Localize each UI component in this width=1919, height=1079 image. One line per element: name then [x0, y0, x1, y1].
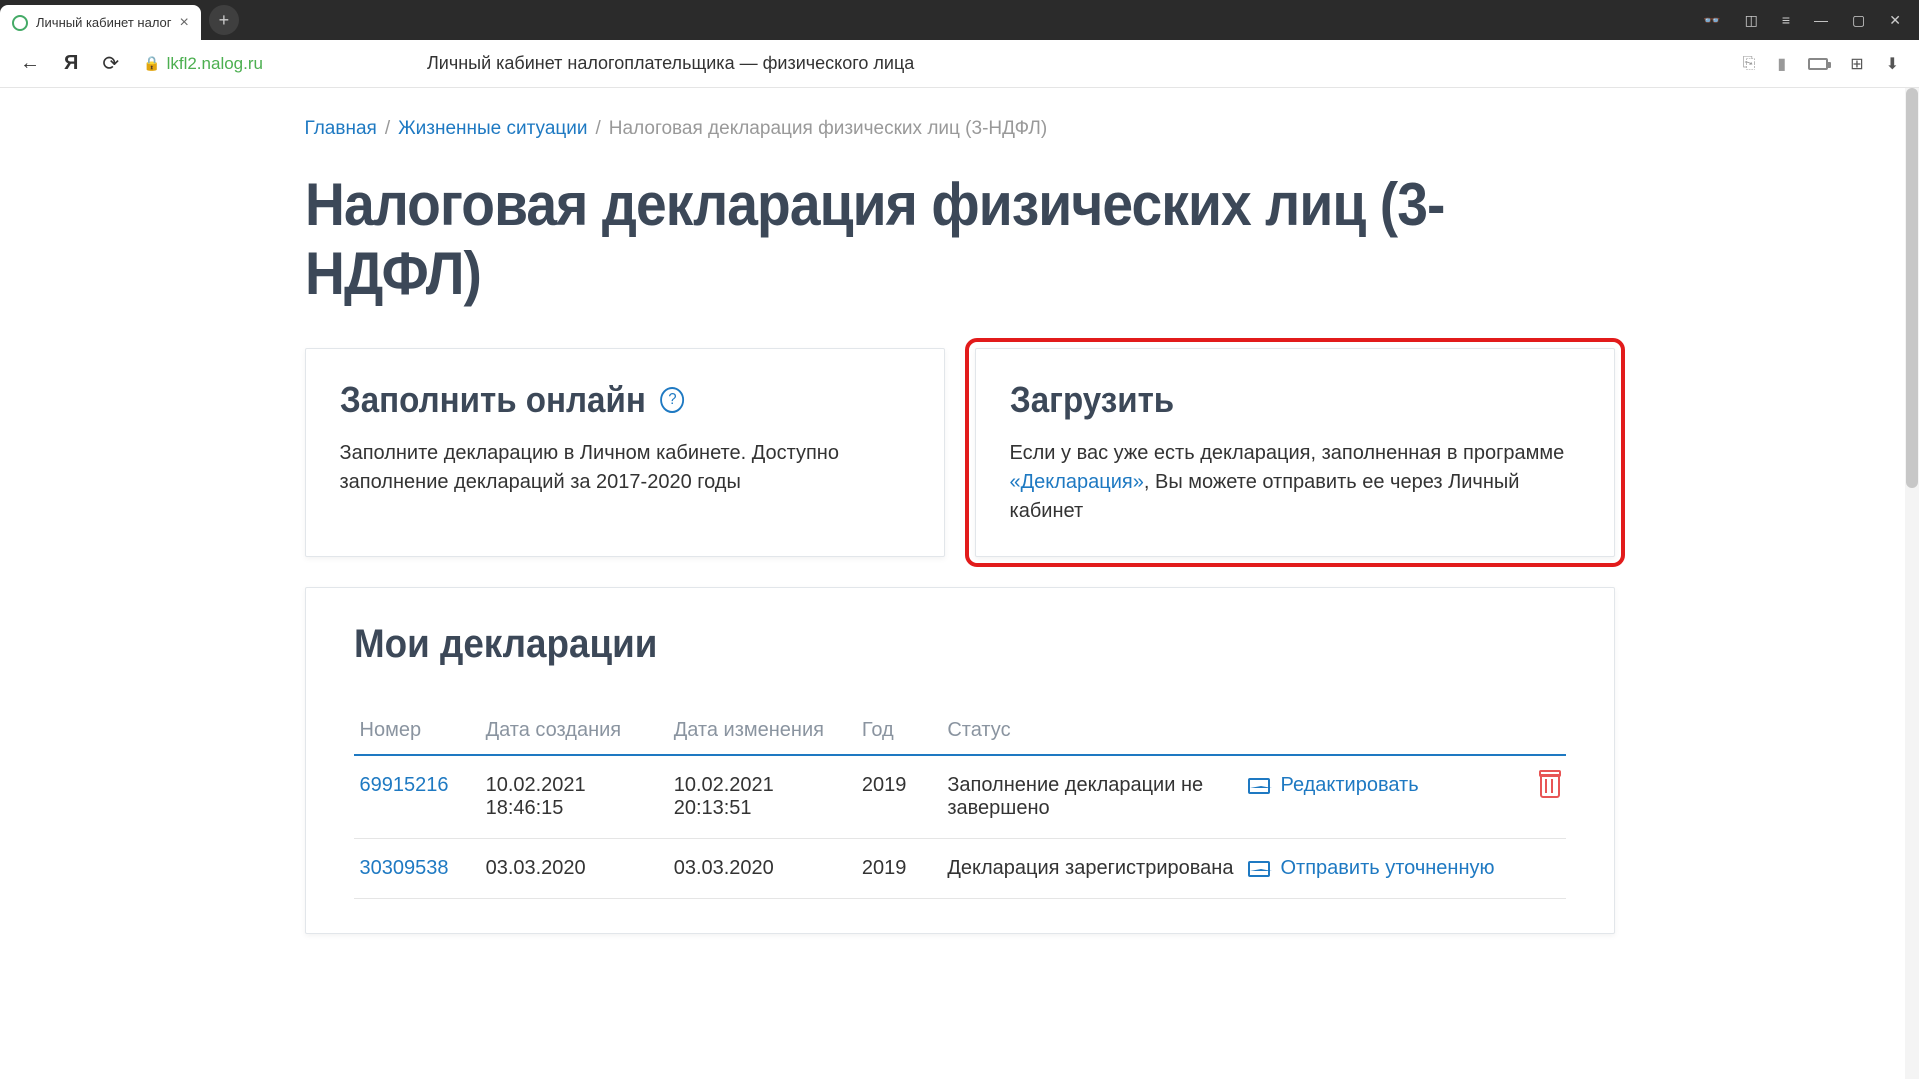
- yandex-icon[interactable]: Я: [64, 52, 78, 75]
- scrollbar-thumb[interactable]: [1906, 88, 1918, 488]
- card-fill-title-text: Заполнить онлайн: [340, 379, 646, 421]
- mail-icon: [1248, 861, 1270, 877]
- tab-strip: Личный кабинет налог × +: [0, 0, 239, 40]
- cell-modified: 03.03.2020: [668, 839, 856, 899]
- card-upload-desc-pre: Если у вас уже есть декларация, заполнен…: [1010, 442, 1565, 464]
- edit-declaration-link[interactable]: Редактировать: [1248, 774, 1503, 797]
- lock-icon: 🔒: [143, 55, 160, 72]
- card-fill-online[interactable]: Заполнить онлайн ? Заполните декларацию …: [305, 348, 945, 557]
- declaration-number-link[interactable]: 69915216: [360, 774, 449, 796]
- cell-modified: 10.02.2021 20:13:51: [668, 755, 856, 839]
- breadcrumb-situations[interactable]: Жизненные ситуации: [398, 118, 587, 140]
- mail-icon: [1248, 778, 1270, 794]
- cell-year: 2019: [856, 839, 941, 899]
- tab-title: Личный кабинет налог: [36, 15, 172, 30]
- url-display[interactable]: 🔒 lkfl2.nalog.ru: [143, 54, 263, 74]
- browser-titlebar: Личный кабинет налог × + 👓 ◫ ≡ — ▢ ✕: [0, 0, 1919, 40]
- cell-status: Заполнение декларации не завершено: [941, 755, 1242, 839]
- translate-icon[interactable]: ⎘: [1743, 55, 1756, 73]
- page-content: Главная / Жизненные ситуации / Налоговая…: [305, 88, 1615, 964]
- col-year: Год: [856, 707, 941, 755]
- close-tab-icon[interactable]: ×: [180, 14, 189, 32]
- table-header-row: Номер Дата создания Дата изменения Год С…: [354, 707, 1566, 755]
- toolbar-right: ⎘ ▮ ⊞ ⬇: [1743, 54, 1899, 74]
- breadcrumb-sep: /: [385, 118, 390, 140]
- action-cards: Заполнить онлайн ? Заполните декларацию …: [305, 348, 1615, 557]
- breadcrumb-sep: /: [596, 118, 601, 140]
- card-upload-desc: Если у вас уже есть декларация, заполнен…: [1010, 439, 1580, 526]
- reading-list-icon[interactable]: ◫: [1745, 12, 1758, 29]
- my-declarations-section: Мои декларации Номер Дата создания Дата …: [305, 587, 1615, 934]
- menu-icon[interactable]: ≡: [1782, 12, 1790, 28]
- col-created: Дата создания: [480, 707, 668, 755]
- table-row: 69915216 10.02.2021 18:46:15 10.02.2021 …: [354, 755, 1566, 839]
- reload-icon[interactable]: ⟳: [102, 51, 119, 76]
- cell-status: Декларация зарегистрирована: [941, 839, 1242, 899]
- trash-icon[interactable]: [1540, 774, 1560, 798]
- extensions-icon[interactable]: ⊞: [1850, 54, 1863, 74]
- page-heading: Налоговая декларация физических лиц (3-Н…: [305, 170, 1510, 308]
- col-status: Статус: [941, 707, 1242, 755]
- card-upload-title: Загрузить: [1010, 379, 1534, 421]
- cell-created: 10.02.2021 18:46:15: [480, 755, 668, 839]
- breadcrumb-current: Налоговая декларация физических лиц (3-Н…: [609, 118, 1047, 140]
- declarations-heading: Мои декларации: [354, 622, 1469, 667]
- url-text: lkfl2.nalog.ru: [167, 54, 263, 74]
- col-action: [1242, 707, 1509, 755]
- declaration-number-link[interactable]: 30309538: [360, 857, 449, 879]
- card-fill-title: Заполнить онлайн ?: [340, 379, 864, 421]
- content-wrapper: Главная / Жизненные ситуации / Налоговая…: [0, 88, 1919, 1079]
- cell-year: 2019: [856, 755, 941, 839]
- breadcrumb-home[interactable]: Главная: [305, 118, 377, 140]
- send-updated-link[interactable]: Отправить уточненную: [1248, 857, 1503, 880]
- back-icon[interactable]: ←: [20, 52, 40, 75]
- declaration-program-link[interactable]: «Декларация»: [1010, 471, 1144, 493]
- browser-tab[interactable]: Личный кабинет налог ×: [0, 5, 201, 40]
- maximize-icon[interactable]: ▢: [1852, 12, 1865, 29]
- card-upload[interactable]: Загрузить Если у вас уже есть декларация…: [975, 348, 1615, 557]
- minimize-icon[interactable]: —: [1814, 12, 1828, 28]
- help-icon[interactable]: ?: [660, 387, 684, 413]
- incognito-icon[interactable]: 👓: [1703, 12, 1720, 29]
- col-number: Номер: [354, 707, 480, 755]
- page-title: Личный кабинет налогоплательщика — физич…: [427, 53, 914, 74]
- bookmark-icon[interactable]: ▮: [1777, 54, 1786, 74]
- col-delete: [1509, 707, 1565, 755]
- new-tab-button[interactable]: +: [209, 5, 239, 35]
- scrollbar-track[interactable]: [1905, 88, 1919, 1079]
- address-bar: ← Я ⟳ 🔒 lkfl2.nalog.ru Личный кабинет на…: [0, 40, 1919, 88]
- download-icon[interactable]: ⬇: [1886, 54, 1899, 74]
- close-window-icon[interactable]: ✕: [1889, 12, 1901, 29]
- action-label: Редактировать: [1280, 774, 1418, 797]
- cell-created: 03.03.2020: [480, 839, 668, 899]
- declarations-table: Номер Дата создания Дата изменения Год С…: [354, 707, 1566, 899]
- breadcrumb: Главная / Жизненные ситуации / Налоговая…: [305, 118, 1615, 140]
- card-fill-desc: Заполните декларацию в Личном кабинете. …: [340, 439, 910, 497]
- battery-icon: [1808, 58, 1828, 70]
- action-label: Отправить уточненную: [1280, 857, 1494, 880]
- favicon-icon: [12, 15, 28, 31]
- col-modified: Дата изменения: [668, 707, 856, 755]
- table-row: 30309538 03.03.2020 03.03.2020 2019 Декл…: [354, 839, 1566, 899]
- window-controls: 👓 ◫ ≡ — ▢ ✕: [1703, 12, 1919, 29]
